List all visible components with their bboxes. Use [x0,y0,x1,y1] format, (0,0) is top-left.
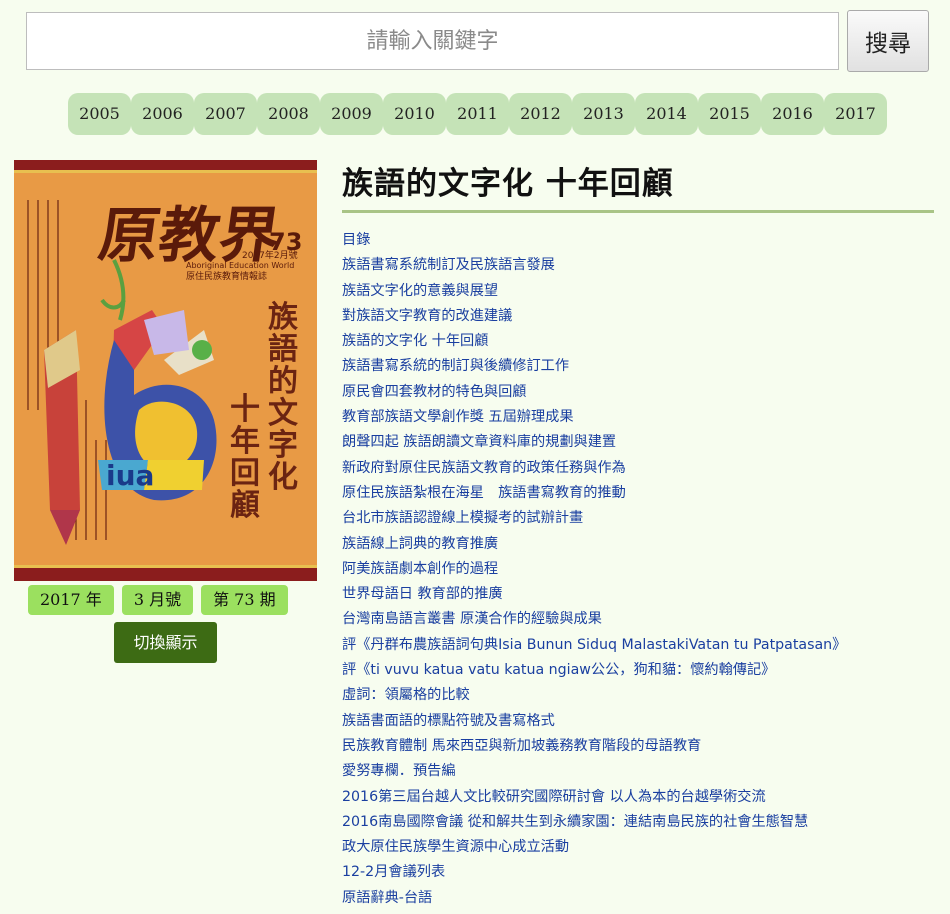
toc-link[interactable]: 原民會四套教材的特色與回顧 [342,384,526,400]
svg-text:字: 字 [268,428,298,463]
year-tab-2005[interactable]: 2005 [68,93,131,135]
toc-link[interactable]: 族語書寫系統的制訂與後續修訂工作 [342,358,569,374]
cover-subtitle: 原住民族教育情報誌 [186,270,267,282]
toc-item: 愛努專欄．預告編 [342,759,846,784]
year-tab-2013[interactable]: 2013 [572,93,635,135]
toc-link[interactable]: 族語書面語的標點符號及書寫格式 [342,713,555,729]
toc-item: 目錄 [342,228,846,253]
year-tab-2015[interactable]: 2015 [698,93,761,135]
toc-item: 台灣南島語言叢書 原漢合作的經驗與成果 [342,607,846,632]
toc-item: 政大原住民族學生資源中心成立活動 [342,835,846,860]
toggle-display-button[interactable]: 切換顯示 [114,622,217,663]
toc-link[interactable]: 愛努專欄．預告編 [342,763,456,779]
toc-link[interactable]: 民族教育體制 馬來西亞與新加坡義務教育階段的母語教育 [342,738,701,754]
toc-item: 原民會四套教材的特色與回顧 [342,380,846,405]
toc-link[interactable]: 原語辭典-台語 [342,890,432,906]
toc-item: 族語書面語的標點符號及書寫格式 [342,709,846,734]
toc-link[interactable]: 評《ti vuvu katua vatu katua ngiaw公公，狗和貓：懷… [342,662,775,678]
toc-item: 2016南島國際會議 從和解共生到永續家園：連結南島民族的社會生態智慧 [342,810,846,835]
cover-english-title: Aboriginal Education World [186,261,294,270]
toc-link[interactable]: 2016第三屆台越人文比較研究國際研討會 以人為本的台越學術交流 [342,789,766,805]
year-nav: 2005 2006 2007 2008 2009 2010 2011 2012 … [68,93,887,135]
svg-text:語: 語 [268,332,298,367]
toc-item: 12-2月會議列表 [342,860,846,885]
year-tab-2009[interactable]: 2009 [320,93,383,135]
svg-text:族: 族 [268,300,299,335]
toc-link[interactable]: 教育部族語文學創作獎 五屆辦理成果 [342,409,574,425]
toc-link[interactable]: 虛詞：領屬格的比較 [342,687,470,703]
toc-item: 評《丹群布農族語詞句典Isia Bunun Siduq MalastakiVat… [342,633,846,658]
toc-link[interactable]: 朗聲四起 族語朗讀文章資料庫的規劃與建置 [342,434,616,450]
issue-tags: 2017 年 3 月號 第 73 期 [28,585,288,615]
title-divider [342,210,934,213]
toc-item: 民族教育體制 馬來西亞與新加坡義務教育階段的母語教育 [342,734,846,759]
toc-item: 族語文字化的意義與展望 [342,279,846,304]
toc-link[interactable]: 原住民族語紮根在海星 族語書寫教育的推動 [342,485,626,501]
cover-date: 2017年2月號 [242,249,298,261]
article-title: 族語的文字化 十年回顧 [342,166,674,202]
toc-link[interactable]: 2016南島國際會議 從和解共生到永續家園：連結南島民族的社會生態智慧 [342,814,808,830]
toc-link[interactable]: 對族語文字教育的改進建議 [342,308,512,324]
year-tab-2010[interactable]: 2010 [383,93,446,135]
toc-item: 教育部族語文學創作獎 五屆辦理成果 [342,405,846,430]
issue-year-tag[interactable]: 2017 年 [28,585,114,615]
toc-item: 評《ti vuvu katua vatu katua ngiaw公公，狗和貓：懷… [342,658,846,683]
toc-item: 新政府對原住民族語文教育的政策任務與作為 [342,456,846,481]
table-of-contents: 目錄 族語書寫系統制訂及民族語言發展 族語文字化的意義與展望 對族語文字教育的改… [342,228,846,911]
issue-month-tag[interactable]: 3 月號 [121,585,194,615]
year-tab-2007[interactable]: 2007 [194,93,257,135]
svg-text:年: 年 [230,424,260,459]
svg-text:文: 文 [268,396,298,431]
toc-item: 族語的文字化 十年回顧 [342,329,846,354]
toc-item: 原住民族語紮根在海星 族語書寫教育的推動 [342,481,846,506]
svg-text:顧: 顧 [230,488,260,523]
cover-artwork: 原教界 73 2017年2月號 Aboriginal Education Wor… [14,160,317,581]
toc-link[interactable]: 世界母語日 教育部的推廣 [342,586,503,602]
search-input[interactable] [26,12,839,70]
toc-link[interactable]: 評《丹群布農族語詞句典Isia Bunun Siduq MalastakiVat… [342,637,846,653]
year-tab-2011[interactable]: 2011 [446,93,509,135]
toc-link[interactable]: 阿美族語劇本創作的過程 [342,561,498,577]
svg-text:回: 回 [230,456,260,491]
year-tab-2014[interactable]: 2014 [635,93,698,135]
toc-item: 朗聲四起 族語朗讀文章資料庫的規劃與建置 [342,430,846,455]
toc-link[interactable]: 目錄 [342,232,370,248]
toc-item: 虛詞：領屬格的比較 [342,683,846,708]
toc-link[interactable]: 族語線上詞典的教育推廣 [342,536,498,552]
toc-link[interactable]: 12-2月會議列表 [342,864,445,880]
year-tab-2008[interactable]: 2008 [257,93,320,135]
toc-item: 族語線上詞典的教育推廣 [342,532,846,557]
issue-number-tag[interactable]: 第 73 期 [201,585,288,615]
toc-item: 族語書寫系統的制訂與後續修訂工作 [342,354,846,379]
toc-link[interactable]: 政大原住民族學生資源中心成立活動 [342,839,569,855]
toc-link[interactable]: 台北市族語認證線上模擬考的試辦計畫 [342,510,583,526]
toc-item: 原語辭典-台語 [342,886,846,911]
toc-item: 對族語文字教育的改進建議 [342,304,846,329]
toc-item: 阿美族語劇本創作的過程 [342,557,846,582]
cover-mosaic-text: iua [106,459,154,492]
year-tab-2006[interactable]: 2006 [131,93,194,135]
toc-link[interactable]: 族語的文字化 十年回顧 [342,333,488,349]
svg-text:的: 的 [268,364,298,399]
toc-link[interactable]: 族語書寫系統制訂及民族語言發展 [342,257,555,273]
svg-text:十: 十 [230,392,260,427]
toc-item: 世界母語日 教育部的推廣 [342,582,846,607]
toc-item: 族語書寫系統制訂及民族語言發展 [342,253,846,278]
toc-link[interactable]: 台灣南島語言叢書 原漢合作的經驗與成果 [342,611,602,627]
toc-item: 2016第三屆台越人文比較研究國際研討會 以人為本的台越學術交流 [342,785,846,810]
toc-link[interactable]: 新政府對原住民族語文教育的政策任務與作為 [342,460,626,476]
search-button[interactable]: 搜尋 [847,10,929,72]
year-tab-2017[interactable]: 2017 [824,93,887,135]
magazine-cover-image[interactable]: 原教界 73 2017年2月號 Aboriginal Education Wor… [14,160,317,581]
svg-text:化: 化 [268,460,298,495]
year-tab-2016[interactable]: 2016 [761,93,824,135]
toc-link[interactable]: 族語文字化的意義與展望 [342,283,498,299]
year-tab-2012[interactable]: 2012 [509,93,572,135]
toc-item: 台北市族語認證線上模擬考的試辦計畫 [342,506,846,531]
